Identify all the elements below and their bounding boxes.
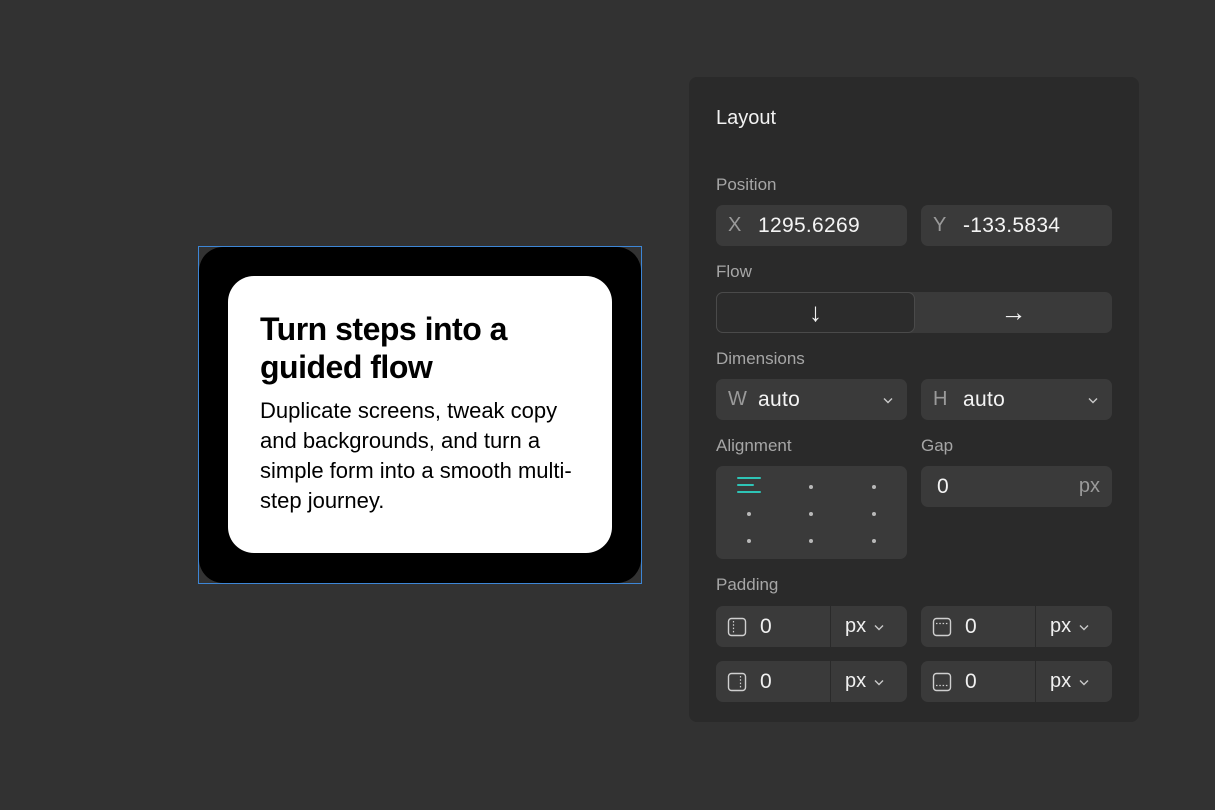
chevron-down-icon [883, 392, 893, 407]
field-divider [1035, 606, 1036, 647]
chevron-down-icon[interactable] [1079, 674, 1089, 689]
padding-right-field[interactable]: 0 px [716, 661, 907, 702]
gap-unit: px [1078, 475, 1100, 497]
padding-left-value: 0 [760, 614, 772, 638]
align-bottom-left-dot[interactable] [747, 539, 751, 543]
height-dropdown[interactable]: H auto [921, 379, 1112, 420]
padding-right-unit[interactable]: px [845, 670, 866, 693]
alignment-label: Alignment [716, 436, 792, 455]
padding-right-value: 0 [760, 669, 772, 693]
position-x-field[interactable]: X 1295.6269 [716, 205, 907, 246]
frame-background[interactable]: Turn steps into a guided flow Duplicate … [199, 247, 641, 583]
selected-frame[interactable]: Turn steps into a guided flow Duplicate … [198, 246, 642, 584]
panel-title: Layout [716, 107, 777, 129]
w-prefix: W [728, 388, 747, 410]
position-label: Position [716, 175, 777, 194]
align-top-right-dot[interactable] [872, 485, 876, 489]
chevron-down-icon[interactable] [874, 674, 884, 689]
h-value: auto [963, 387, 1006, 411]
align-middle-center-dot[interactable] [809, 512, 813, 516]
padding-label: Padding [716, 575, 779, 594]
padding-bottom-value: 0 [965, 669, 977, 693]
h-prefix: H [933, 388, 948, 410]
padding-bottom-icon [932, 672, 952, 691]
padding-top-unit[interactable]: px [1050, 615, 1071, 638]
w-value: auto [758, 387, 801, 411]
position-y-field[interactable]: Y -133.5834 [921, 205, 1112, 246]
arrow-right-icon: → [1000, 297, 1027, 327]
width-dropdown[interactable]: W auto [716, 379, 907, 420]
padding-left-unit[interactable]: px [845, 615, 866, 638]
layout-panel: Layout Position X 1295.6269 Y -133.5834 … [689, 77, 1139, 722]
card-body: Duplicate screens, tweak copy and backgr… [260, 398, 572, 513]
gap-value: 0 [937, 474, 949, 498]
flow-label: Flow [716, 262, 752, 281]
field-divider [1035, 661, 1036, 702]
padding-top-value: 0 [965, 614, 977, 638]
x-value: 1295.6269 [758, 213, 860, 237]
padding-top-field[interactable]: 0 px [921, 606, 1112, 647]
align-middle-left-dot[interactable] [747, 512, 751, 516]
align-bottom-right-dot[interactable] [872, 539, 876, 543]
content-card[interactable]: Turn steps into a guided flow Duplicate … [228, 276, 612, 553]
padding-left-icon [727, 617, 747, 636]
align-middle-right-dot[interactable] [872, 512, 876, 516]
padding-bottom-unit[interactable]: px [1050, 670, 1071, 693]
chevron-down-icon[interactable] [1079, 619, 1089, 634]
alignment-grid[interactable] [716, 466, 907, 559]
chevron-down-icon [1088, 392, 1098, 407]
align-bottom-center-dot[interactable] [809, 539, 813, 543]
align-top-left-icon[interactable] [737, 477, 761, 495]
card-title: Turn steps into a guided flow [260, 311, 507, 385]
padding-right-icon [727, 672, 747, 691]
padding-left-field[interactable]: 0 px [716, 606, 907, 647]
x-prefix: X [728, 214, 742, 236]
field-divider [830, 661, 831, 702]
gap-label: Gap [921, 436, 954, 455]
field-divider [830, 606, 831, 647]
y-value: -133.5834 [963, 213, 1061, 237]
y-prefix: Y [933, 214, 947, 236]
arrow-down-icon: ↓ [809, 297, 822, 327]
align-top-center-dot[interactable] [809, 485, 813, 489]
gap-input[interactable]: 0 px [921, 466, 1112, 507]
padding-bottom-field[interactable]: 0 px [921, 661, 1112, 702]
chevron-down-icon[interactable] [874, 619, 884, 634]
padding-top-icon [932, 617, 952, 636]
flow-segmented-control: ↓ → [716, 292, 1112, 333]
dimensions-label: Dimensions [716, 349, 805, 368]
flow-horizontal-button[interactable]: → [915, 292, 1112, 333]
flow-vertical-button[interactable]: ↓ [716, 292, 915, 333]
